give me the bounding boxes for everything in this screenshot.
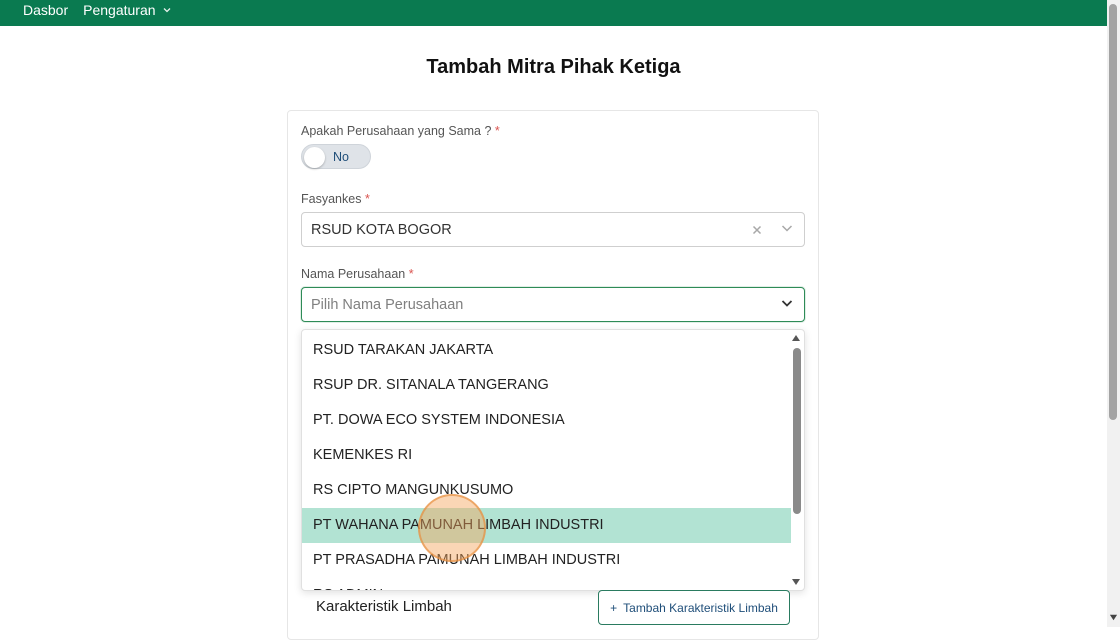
scroll-up-arrow-icon[interactable]: [791, 333, 801, 343]
dropdown-option[interactable]: RS CIPTO MANGUNKUSUMO: [302, 473, 791, 508]
fasyankes-select[interactable]: RSUD KOTA BOGOR: [301, 212, 805, 247]
dropdown-option[interactable]: RSUD TARAKAN JAKARTA: [302, 333, 791, 368]
dropdown-scrollbar-thumb[interactable]: [793, 348, 801, 514]
clear-icon[interactable]: [750, 223, 764, 237]
top-navbar: Dasbor Pengaturan: [0, 0, 1107, 26]
nav-item-label: Dasbor: [23, 2, 69, 18]
scroll-down-arrow-icon[interactable]: [1109, 613, 1118, 622]
toggle-knob: [304, 146, 325, 168]
dropdown-option[interactable]: PT PRASADHA PAMUNAH LIMBAH INDUSTRI: [302, 543, 791, 578]
scroll-down-arrow-icon[interactable]: [791, 577, 801, 587]
dropdown-option[interactable]: PT. DOWA ECO SYSTEM INDONESIA: [302, 403, 791, 438]
nav-item-label: Pengaturan: [83, 2, 156, 18]
chevron-down-icon: [163, 8, 171, 13]
dropdown-option-highlighted[interactable]: PT WAHANA PAMUNAH LIMBAH INDUSTRI: [302, 508, 791, 543]
waste-section-title: Karakteristik Limbah: [316, 598, 452, 615]
fasyankes-value: RSUD KOTA BOGOR: [311, 221, 452, 238]
required-marker: *: [364, 192, 370, 206]
page-scrollbar-thumb[interactable]: [1109, 4, 1117, 420]
company-name-placeholder: Pilih Nama Perusahaan: [311, 296, 464, 313]
fasyankes-label: Fasyankes *: [301, 192, 370, 206]
required-marker: *: [494, 124, 500, 138]
same-company-toggle[interactable]: No: [301, 144, 371, 169]
chevron-down-icon[interactable]: [780, 221, 794, 235]
page-title: Tambah Mitra Pihak Ketiga: [426, 56, 681, 78]
company-name-select[interactable]: Pilih Nama Perusahaan: [301, 287, 805, 322]
chevron-down-icon[interactable]: [780, 296, 794, 310]
toggle-value: No: [333, 150, 349, 164]
dropdown-option[interactable]: RSUP DR. SITANALA TANGERANG: [302, 368, 791, 403]
page-scrollbar[interactable]: [1107, 0, 1120, 627]
add-waste-characteristic-button[interactable]: + Tambah Karakteristik Limbah: [598, 590, 790, 625]
dropdown-option[interactable]: KEMENKES RI: [302, 438, 791, 473]
nav-item-dasbor[interactable]: Dasbor: [23, 2, 68, 18]
nav-item-pengaturan[interactable]: Pengaturan: [83, 2, 171, 18]
plus-icon: +: [610, 600, 618, 615]
same-company-label: Apakah Perusahaan yang Sama ? *: [301, 124, 500, 138]
required-marker: *: [408, 267, 414, 281]
company-name-label: Nama Perusahaan *: [301, 267, 414, 281]
add-button-label: Tambah Karakteristik Limbah: [623, 600, 778, 615]
company-dropdown-list[interactable]: RSUD TARAKAN JAKARTA RSUP DR. SITANALA T…: [301, 329, 805, 591]
